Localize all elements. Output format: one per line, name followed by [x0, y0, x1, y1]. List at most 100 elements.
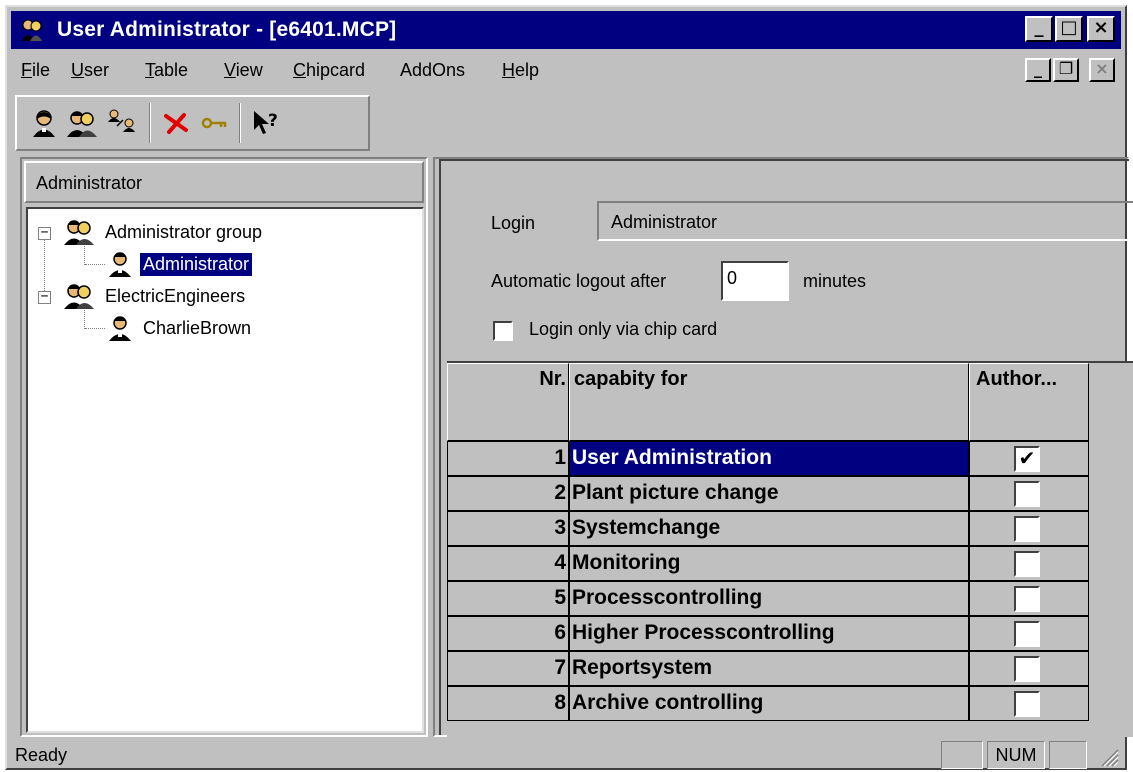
authorized-checkbox[interactable]	[1014, 551, 1040, 577]
menu-table-label: able	[154, 60, 189, 80]
authorized-checkbox[interactable]	[1014, 516, 1040, 542]
menu-view[interactable]: View	[224, 60, 263, 81]
mdi-restore-button[interactable]: ❐	[1053, 58, 1079, 82]
status-bar: Ready NUM	[11, 741, 1121, 769]
delete-button[interactable]	[159, 107, 193, 139]
menu-help-accel: H	[502, 60, 515, 80]
table-row[interactable]: 2 Plant picture change	[447, 476, 1089, 511]
user-properties-icon	[108, 109, 135, 132]
key-button[interactable]	[197, 107, 231, 139]
tree-expander[interactable]: −	[38, 226, 51, 240]
user-admin-app-icon[interactable]	[19, 17, 45, 43]
table-row[interactable]: 7 Reportsystem	[447, 651, 1089, 686]
resize-grip-icon[interactable]	[1097, 745, 1119, 767]
table-row[interactable]: 6 Higher Processcontrolling	[447, 616, 1089, 651]
status-panel-caps	[941, 741, 983, 769]
authorized-checkbox[interactable]	[1014, 621, 1040, 647]
authorized-checkbox[interactable]	[1014, 691, 1040, 717]
tree-connector	[44, 235, 45, 295]
tree-node-administrator-group[interactable]: Administrator group	[62, 217, 265, 247]
row-authorized-cell	[969, 686, 1089, 721]
table-row[interactable]: 4 Monitoring	[447, 546, 1089, 581]
tree-node-label: ElectricEngineers	[105, 285, 246, 306]
tree-pane-title: Administrator	[36, 173, 143, 193]
toolbar-separator	[239, 103, 241, 143]
row-number: 1	[447, 441, 569, 476]
row-capability[interactable]: Systemchange	[569, 511, 969, 546]
user-properties-button[interactable]	[105, 107, 139, 139]
row-capability[interactable]: Processcontrolling	[569, 581, 969, 616]
column-header-capability[interactable]: capabity for	[569, 363, 969, 441]
tree-node-electricengineers[interactable]: ElectricEngineers	[62, 281, 248, 311]
mdi-minimize-button[interactable]: _	[1025, 58, 1051, 82]
table-row[interactable]: 5 Processcontrolling	[447, 581, 1089, 616]
context-help-icon: ?	[254, 111, 278, 134]
menu-help[interactable]: Help	[502, 60, 539, 81]
svg-text:?: ?	[268, 111, 278, 131]
authorized-checkbox[interactable]	[1014, 656, 1040, 682]
authorized-checkbox[interactable]: ✔	[1014, 446, 1040, 472]
new-user-icon	[33, 110, 55, 137]
menu-file-accel: F	[21, 60, 32, 80]
new-user-button[interactable]	[27, 107, 61, 139]
menu-table[interactable]: Table	[145, 60, 188, 81]
table-row[interactable]: 8 Archive controlling	[447, 686, 1089, 721]
mdi-close-button[interactable]: ×	[1089, 58, 1115, 82]
row-number: 4	[447, 546, 569, 581]
row-number: 2	[447, 476, 569, 511]
row-authorized-cell: ✔	[969, 441, 1089, 476]
row-capability[interactable]: Monitoring	[569, 546, 969, 581]
tree-node-label: Administrator	[138, 251, 254, 277]
row-authorized-cell	[969, 616, 1089, 651]
chipcard-checkbox[interactable]	[493, 321, 513, 341]
user-icon	[109, 252, 131, 277]
close-button[interactable]: ×	[1087, 16, 1115, 42]
row-capability[interactable]: User Administration	[569, 441, 969, 476]
row-capability[interactable]: Higher Processcontrolling	[569, 616, 969, 651]
title-bar[interactable]: User Administrator - [e6401.MCP] _ □ ×	[11, 11, 1121, 49]
table-row[interactable]: 3 Systemchange	[447, 511, 1089, 546]
menu-user[interactable]: User	[71, 60, 109, 81]
column-header-authorized[interactable]: Author...	[969, 363, 1089, 441]
row-capability[interactable]: Archive controlling	[569, 686, 969, 721]
maximize-button[interactable]: □	[1055, 16, 1083, 42]
row-authorized-cell	[969, 651, 1089, 686]
menu-chipcard-label: hipcard	[306, 60, 366, 80]
menu-chipcard[interactable]: Chipcard	[293, 60, 365, 81]
authorized-checkbox[interactable]	[1014, 586, 1040, 612]
row-number: 3	[447, 511, 569, 546]
context-help-button[interactable]: ?	[249, 107, 283, 139]
row-capability[interactable]: Reportsystem	[569, 651, 969, 686]
tree-node-administrator[interactable]: Administrator	[106, 249, 254, 279]
window-title: User Administrator - [e6401.MCP]	[57, 18, 397, 41]
tree-expander[interactable]: −	[38, 290, 51, 304]
menu-addons[interactable]: AddOns	[400, 60, 465, 81]
logout-minutes-input[interactable]: 0	[721, 261, 789, 301]
tree-node-charliebrown[interactable]: CharlieBrown	[106, 313, 254, 343]
menu-addons-label: AddOns	[400, 60, 466, 80]
key-icon	[201, 117, 227, 129]
tree-connector	[85, 264, 105, 265]
user-group-icon	[64, 220, 94, 245]
new-group-button[interactable]	[65, 107, 99, 139]
menu-help-label: elp	[515, 60, 540, 80]
row-authorized-cell	[969, 476, 1089, 511]
table-row[interactable]: 1 User Administration ✔	[447, 441, 1089, 476]
login-value: Administrator	[611, 212, 718, 232]
new-group-icon	[67, 111, 97, 137]
row-authorized-cell	[969, 581, 1089, 616]
row-number: 7	[447, 651, 569, 686]
menu-user-label: ser	[84, 60, 110, 80]
main-window: User Administrator - [e6401.MCP] _ □ × F…	[5, 5, 1133, 770]
row-capability[interactable]: Plant picture change	[569, 476, 969, 511]
menu-file[interactable]: File	[21, 60, 50, 81]
tree-node-label: CharlieBrown	[143, 317, 252, 338]
row-number: 8	[447, 686, 569, 721]
row-number: 6	[447, 616, 569, 651]
row-number: 5	[447, 581, 569, 616]
column-header-nr[interactable]: Nr.	[447, 363, 569, 441]
minimize-button[interactable]: _	[1025, 16, 1053, 42]
user-tree[interactable]: − Administrator group Administrator − El…	[26, 207, 424, 733]
login-field[interactable]: Administrator	[597, 201, 1133, 241]
authorized-checkbox[interactable]	[1014, 481, 1040, 507]
